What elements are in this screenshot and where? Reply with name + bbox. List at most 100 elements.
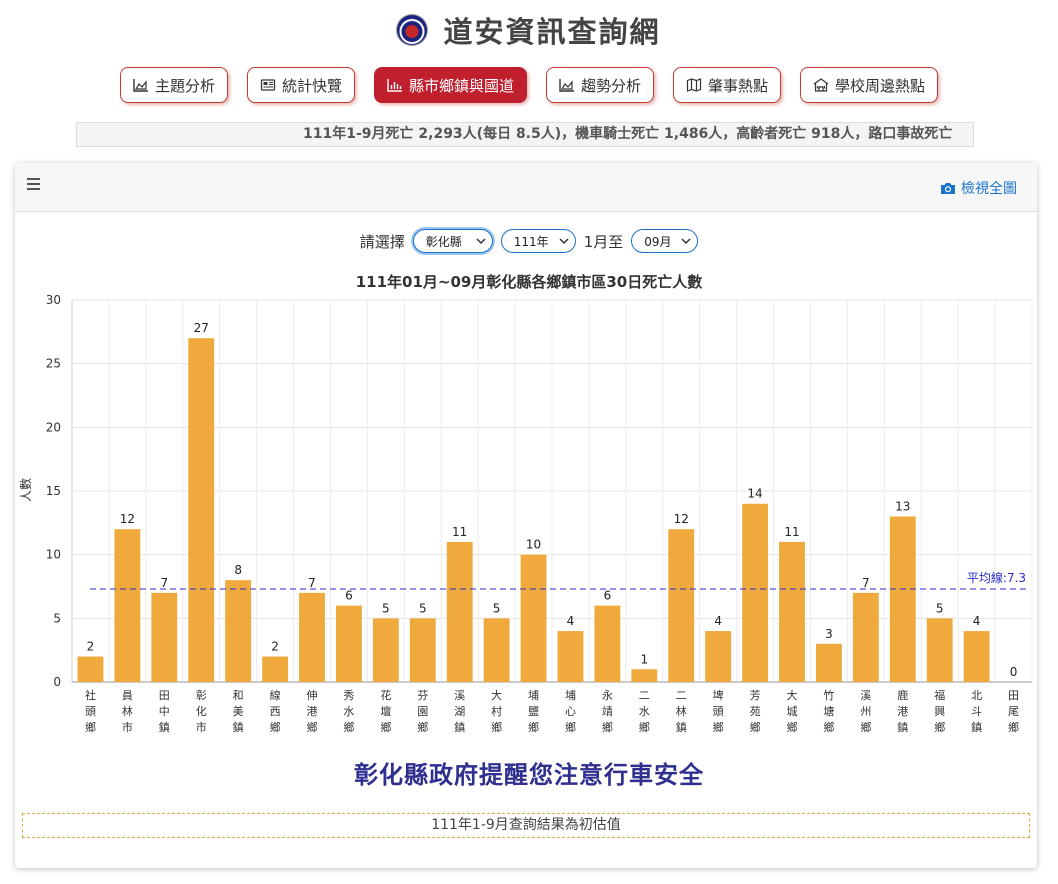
bar-value-label: 11	[452, 525, 467, 539]
y-tick-label: 5	[53, 611, 61, 625]
nav-school-hotspot-button[interactable]: 學校周邊熱點	[800, 67, 939, 103]
bar-value-label: 3	[825, 627, 833, 641]
site-logo-icon	[397, 15, 428, 45]
bar-value-label: 12	[120, 512, 135, 526]
bar	[926, 618, 953, 682]
x-tick-label: 埔鹽鄉	[528, 689, 539, 734]
bar-value-label: 1	[640, 652, 648, 666]
county-select[interactable]: 彰化縣	[412, 229, 493, 253]
county-value: 彰化縣	[425, 234, 462, 249]
bar	[446, 541, 473, 682]
x-tick-label: 芳苑鄉	[750, 688, 761, 734]
from-month-text: 1月至	[583, 232, 624, 251]
site-header: 道安資訊查詢網	[0, 8, 1058, 52]
bar	[372, 618, 399, 682]
bar-value-label: 8	[234, 563, 242, 577]
nav-stats-overview-button[interactable]: 統計快覽	[246, 67, 355, 103]
bar	[705, 631, 732, 682]
bar	[631, 669, 658, 682]
bar-value-label: 13	[895, 499, 910, 513]
bar-value-label: 4	[714, 614, 722, 628]
x-tick-label: 社頭鄉	[85, 688, 96, 734]
bar	[520, 554, 547, 682]
x-tick-label: 二水鄉	[639, 689, 650, 734]
bar	[188, 338, 215, 682]
x-tick-label: 線西鄉	[270, 688, 281, 734]
y-tick-label: 25	[46, 357, 61, 371]
x-tick-label: 北斗鎮	[971, 689, 982, 734]
bar-value-label: 27	[194, 321, 209, 335]
x-tick-label: 員林市	[122, 689, 133, 734]
bar	[299, 592, 325, 682]
safety-message: 彰化縣政府提醒您注意行車安全	[354, 761, 704, 789]
nav-topic-analysis-button[interactable]: 主題分析	[119, 67, 228, 103]
nav-accident-hotspot-button[interactable]: 肇事熱點	[673, 67, 782, 103]
bar	[151, 592, 178, 682]
bar-value-label: 6	[345, 589, 353, 603]
bar	[594, 605, 621, 682]
x-tick-label: 埔心鄉	[565, 689, 576, 734]
bar	[852, 592, 879, 682]
nav-label: 主題分析	[154, 76, 215, 95]
newspaper-icon	[260, 79, 276, 91]
bar	[779, 541, 805, 682]
bar-value-label: 2	[87, 640, 95, 654]
x-tick-label: 福興鄉	[934, 688, 945, 734]
x-tick-label: 和美鎮	[233, 689, 244, 734]
bar-value-label: 5	[493, 601, 501, 615]
bar	[483, 618, 510, 682]
x-tick-label: 埤頭鄉	[713, 689, 724, 734]
bar-value-label: 5	[382, 601, 390, 615]
x-tick-label: 竹塘鄉	[823, 688, 834, 734]
nav-county-town-freeway-button[interactable]: 縣市鄉鎮與國道	[373, 67, 527, 103]
ticker-text: 111年1-9月死亡 2,293人(每日 8.5人)，機車騎士死亡 1,486人…	[303, 126, 953, 142]
x-tick-label: 田尾鄉	[1008, 689, 1019, 734]
bar	[114, 529, 141, 682]
x-tick-label: 彰化市	[196, 688, 207, 734]
y-tick-label: 10	[46, 548, 61, 562]
bar	[816, 643, 842, 682]
bar	[225, 580, 252, 682]
bar	[963, 631, 990, 682]
nav-label: 學校周邊熱點	[835, 76, 926, 95]
x-tick-label: 秀水鄉	[343, 689, 354, 734]
average-line-label: 平均線:7.3	[967, 570, 1026, 585]
chevron-down-icon	[681, 238, 691, 245]
bar-value-label: 4	[973, 614, 981, 628]
bar-chart: 051015202530人數2社頭鄉12員林市7田中鎮27彰化市8和美鎮2線西鄉…	[19, 293, 1033, 734]
bar	[77, 656, 104, 682]
x-tick-label: 芬園鄉	[417, 689, 428, 734]
bar-value-label: 5	[936, 601, 944, 615]
x-tick-label: 大城鄉	[787, 688, 798, 734]
bar	[889, 516, 916, 682]
hamburger-menu-icon[interactable]	[27, 178, 40, 190]
y-tick-label: 20	[46, 420, 61, 434]
x-tick-label: 鹿港鎮	[897, 688, 908, 734]
nav-label: 縣市鄉鎮與國道	[408, 76, 514, 95]
month-select[interactable]: 09月	[631, 229, 699, 253]
line-chart-icon	[559, 79, 574, 92]
bar-value-label: 7	[160, 576, 168, 590]
nav-trend-analysis-button[interactable]: 趨勢分析	[546, 67, 655, 103]
x-tick-label: 花壇鄉	[380, 689, 391, 734]
year-value: 111年	[513, 234, 549, 249]
bar-value-label: 7	[862, 576, 870, 590]
year-select[interactable]: 111年	[500, 229, 576, 253]
view-full-chart-link[interactable]: 檢視全圖	[940, 178, 1017, 198]
map-icon	[686, 78, 702, 92]
y-tick-label: 15	[46, 484, 61, 498]
bar	[742, 503, 768, 682]
camera-icon	[941, 183, 955, 194]
x-tick-label: 溪湖鎮	[454, 689, 465, 734]
bar-value-label: 12	[674, 512, 689, 526]
view-full-label: 檢視全圖	[961, 181, 1017, 197]
month-value: 09月	[644, 234, 672, 249]
area-chart-icon	[133, 79, 148, 92]
site-title: 道安資訊查詢網	[443, 15, 661, 49]
bar-value-label: 4	[567, 614, 575, 628]
bar-value-label: 2	[271, 640, 279, 654]
x-tick-label: 伸港鄉	[307, 689, 318, 734]
bar-value-label: 14	[747, 487, 762, 501]
bar-value-label: 11	[784, 525, 799, 539]
x-tick-label: 永靖鄉	[602, 688, 613, 734]
